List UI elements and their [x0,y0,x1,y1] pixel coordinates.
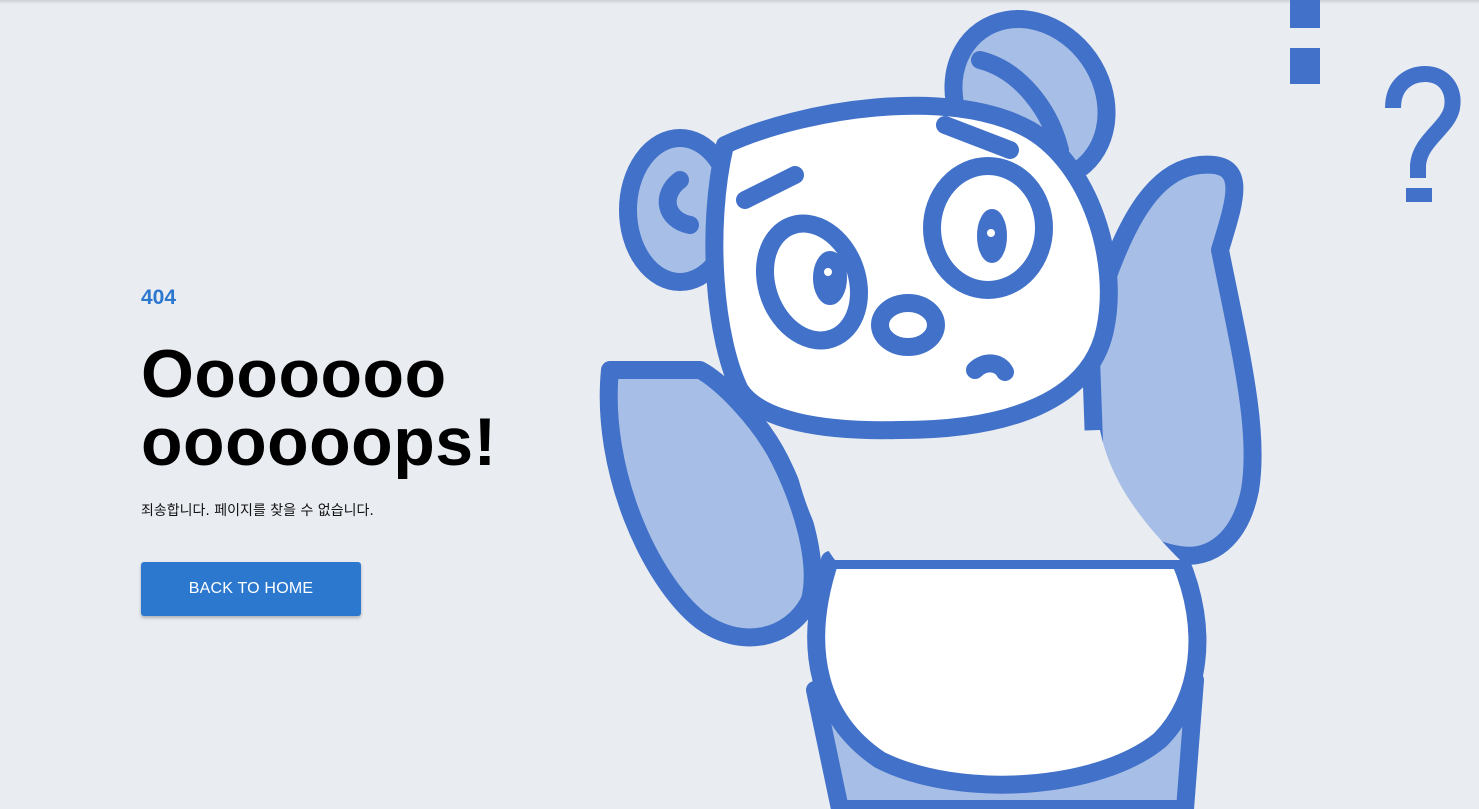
error-content: 404 Ooooooo oooooops! 죄송합니다. 페이지를 찾을 수 없… [141,286,561,616]
panda-nose [871,294,945,356]
error-message: 죄송합니다. 페이지를 찾을 수 없습니다. [141,503,374,519]
back-to-home-button[interactable]: BACK TO HOME [141,562,361,616]
question-mark-icon [1385,65,1461,178]
error-code: 404 [141,286,177,309]
exclamation-mark-icon [1290,0,1320,84]
question-mark-dot [1406,188,1432,202]
panda-left-pupil-highlight [824,268,832,276]
panda-belly [807,551,1207,794]
not-found-page: 404 Ooooooo oooooops! 죄송합니다. 페이지를 찾을 수 없… [0,0,1479,809]
page-title-line-2: oooooops! [141,404,497,480]
panda-left-pupil [813,251,847,305]
page-title-line-1: Ooooooo [141,336,447,412]
panda-right-pupil-highlight [987,229,995,237]
page-title: Ooooooo oooooops! [141,340,561,476]
panda-mouth [966,354,1014,381]
